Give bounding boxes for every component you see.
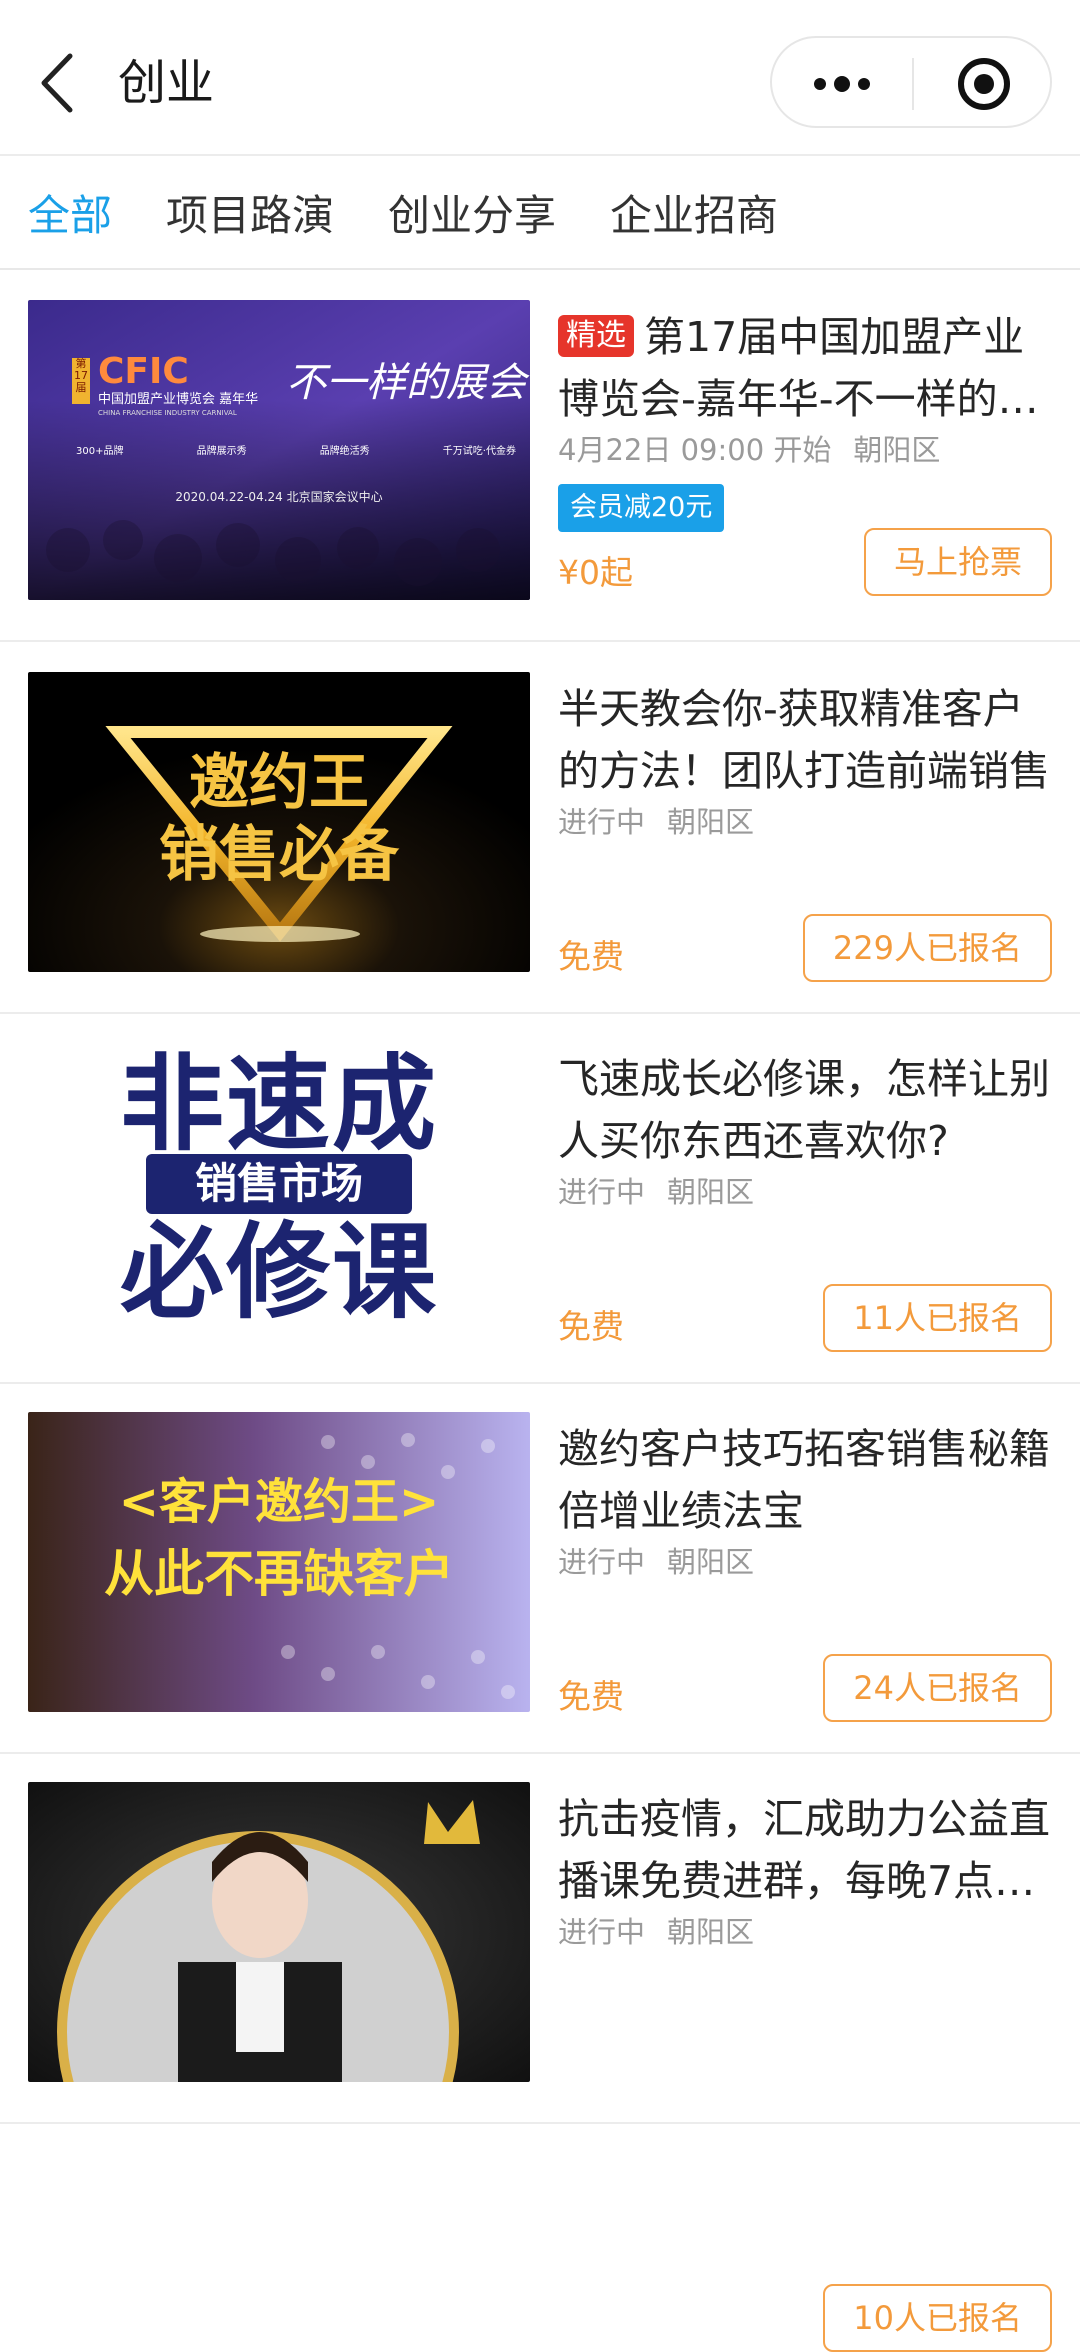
tab-startup-sharing[interactable]: 创业分享 — [388, 188, 556, 244]
list-item[interactable]: 邀约王 销售必备 半天教会你-获取精准客户的方法！团队打造前端销售 进行中 朝阳区… — [0, 644, 1080, 1014]
thumb-line-1: 邀约王 — [189, 748, 369, 818]
list-item[interactable]: 非速成 销售市场 必修课 飞速成长必修课，怎样让别人买你东西还喜欢你? 进行中朝… — [0, 1014, 1080, 1384]
list-item[interactable]: <客户邀约王> 从此不再缺客户 邀约客户技巧拓客销售秘籍倍增业绩法宝 进行中 朝阳… — [0, 1384, 1080, 1754]
event-thumbnail: 邀约王 销售必备 — [28, 672, 530, 972]
thumb-middle-text: 销售市场 — [146, 1154, 412, 1214]
buy-ticket-button[interactable]: 马上抢票 — [863, 528, 1052, 596]
list-item[interactable]: 第17届 CFIC 中国加盟产业博览会 嘉年华 CHINA FRANCHISE … — [0, 272, 1080, 642]
member-discount-badge: 会员减20元 — [558, 484, 725, 532]
event-location: 朝阳区 — [667, 1915, 755, 1949]
event-thumbnail: 非速成 销售市场 必修课 — [28, 1042, 530, 1342]
event-title[interactable]: 半天教会你-获取精准客户的方法！团队打造前端销售 — [558, 678, 1056, 802]
date-venue-text: 2020.04.22-04.24 北京国家会议中心 — [175, 490, 383, 504]
event-price: ¥0起 — [558, 553, 633, 592]
feature-label: 品牌展示秀 — [196, 446, 247, 457]
thumb-line-2: 销售必备 — [159, 820, 399, 890]
event-meta: 进行中 朝阳区 — [558, 1542, 754, 1582]
event-thumbnail: 第17届 CFIC 中国加盟产业博览会 嘉年华 CHINA FRANCHISE … — [28, 300, 530, 600]
brand-logo-text: CFIC — [98, 351, 189, 392]
event-location: 朝阳区 — [667, 1175, 755, 1209]
more-button[interactable] — [772, 38, 912, 130]
feature-label: 品牌绝活秀 — [319, 446, 370, 457]
event-thumbnail: <客户邀约王> 从此不再缺客户 — [28, 1412, 530, 1712]
chevron-left-icon — [41, 53, 73, 113]
nav-header: 创业 — [0, 0, 1080, 156]
event-meta: 4月22日 09:00 开始 朝阳区 — [558, 430, 940, 470]
close-button[interactable] — [914, 38, 1054, 130]
event-title[interactable]: 邀约客户技巧拓客销售秘籍倍增业绩法宝 — [558, 1418, 1056, 1542]
signup-count-button[interactable]: 10人已报名 — [823, 2284, 1052, 2352]
tab-investment-promotion[interactable]: 企业招商 — [610, 188, 778, 244]
list-item[interactable]: 抗击疫情，汇成助力公益直播课免费进群，每晚7点直播 进行中朝阳区 10人已报名 — [0, 1754, 1080, 2352]
featured-tag: 精选 — [558, 315, 634, 357]
event-status: 进行中 — [558, 1545, 646, 1579]
event-meta: 进行中 朝阳区 — [558, 802, 754, 842]
event-meta: 进行中 朝阳区 — [558, 1912, 754, 1952]
back-button[interactable] — [34, 48, 84, 118]
event-status: 进行中 — [558, 1915, 646, 1949]
thumb-line-1: <客户邀约王> — [118, 1474, 440, 1530]
tab-all[interactable]: 全部 — [28, 188, 112, 244]
event-status: 进行中 — [558, 1175, 646, 1209]
event-meta: 进行中 朝阳区 — [558, 1172, 754, 1212]
edition-badge: 第17届 — [74, 357, 88, 394]
thumb-line-2: 从此不再缺客户 — [104, 1545, 454, 1603]
feature-label: 300+品牌 — [76, 446, 124, 457]
event-time: 4月22日 09:00 开始 — [558, 433, 832, 467]
event-title[interactable]: 抗击疫情，汇成助力公益直播课免费进群，每晚7点直播 — [558, 1788, 1056, 1912]
event-title[interactable]: 飞速成长必修课，怎样让别人买你东西还喜欢你? — [558, 1048, 1056, 1172]
signup-count-button[interactable]: 229人已报名 — [802, 914, 1052, 982]
target-close-icon — [958, 58, 1010, 110]
event-price: 免费 — [558, 1677, 624, 1716]
event-price: 免费 — [558, 1307, 624, 1346]
event-title[interactable]: 精选第17届中国加盟产业博览会-嘉年华-不一样的展会 — [558, 306, 1056, 430]
event-price: 免费 — [558, 937, 624, 976]
event-location: 朝阳区 — [667, 805, 755, 839]
thumb-bottom-text: 必修课 — [119, 1211, 438, 1333]
feature-row: 300+品牌 品牌展示秀 品牌绝活秀 千万试吃·代金券 — [76, 442, 516, 457]
event-location: 朝阳区 — [667, 1545, 755, 1579]
page-title: 创业 — [118, 55, 215, 111]
mini-program-capsule — [770, 36, 1052, 128]
signup-count-button[interactable]: 11人已报名 — [823, 1284, 1052, 1352]
category-tabs: 全部 项目路演 创业分享 企业招商 — [0, 158, 1080, 270]
brand-english: CHINA FRANCHISE INDUSTRY CARNIVAL — [98, 409, 237, 417]
signup-count-button[interactable]: 24人已报名 — [823, 1654, 1052, 1722]
slogan-text: 不一样的展会 — [286, 360, 526, 406]
brand-subtitle: 中国加盟产业博览会 嘉年华 — [98, 392, 259, 407]
more-dots-icon — [814, 76, 870, 92]
feature-label: 千万试吃·代金券 — [442, 446, 516, 457]
event-status: 进行中 — [558, 805, 646, 839]
event-location: 朝阳区 — [853, 433, 941, 467]
thumb-top-text: 非速成 — [119, 1043, 438, 1165]
tab-roadshow[interactable]: 项目路演 — [166, 188, 334, 244]
event-thumbnail — [28, 1782, 530, 2082]
